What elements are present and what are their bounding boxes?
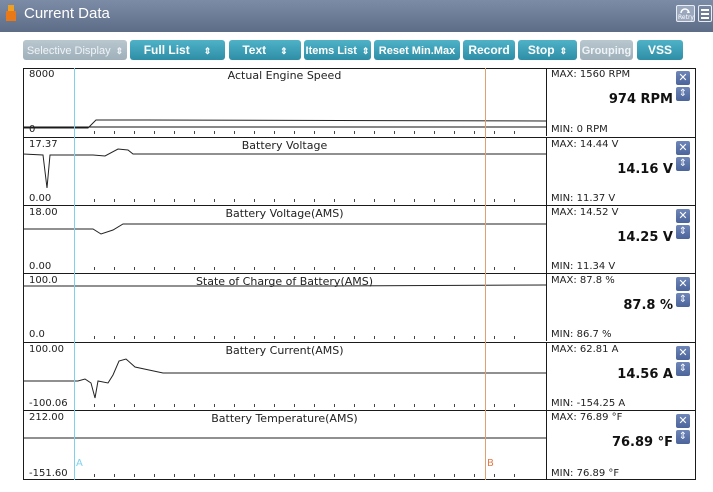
items-list-button[interactable]: Items List ⇕ xyxy=(304,40,371,60)
reset-min-max-button[interactable]: Reset Min.Max xyxy=(374,40,460,60)
min-value: MIN: 0 RPM xyxy=(551,124,608,135)
graph-panel-battery-current: 100.00 -100.06 Battery Current(AMS) MAX:… xyxy=(23,342,696,410)
graph-panel-engine-speed: 8000 0 Actual Engine Speed MAX: 1560 RPM… xyxy=(23,68,696,136)
app-logo-icon xyxy=(6,5,16,21)
current-value: 14.16 V xyxy=(617,162,673,177)
y-min-label: -100.06 xyxy=(29,398,68,409)
scale-toggle-icon[interactable]: ⇕ xyxy=(676,362,690,376)
graph-panel-battery-temperature: 212.00 -151.60 Battery Temperature(AMS) … xyxy=(23,410,696,480)
graph-panel-state-of-charge: 100.0 0.0 State of Charge of Battery(AMS… xyxy=(23,273,696,341)
window-title: Current Data xyxy=(24,5,110,22)
y-min-label: 0.00 xyxy=(29,261,52,272)
close-icon[interactable]: ✕ xyxy=(676,141,690,155)
record-button[interactable]: Record xyxy=(463,40,515,60)
retry-label: Retry xyxy=(678,14,694,21)
max-value: MAX: 76.89 °F xyxy=(551,412,623,423)
toolbar: Selective Display ⇕ Full List ⇕ Text ⇕ Item… xyxy=(0,32,713,68)
updown-arrow-icon: ⇕ xyxy=(361,46,370,56)
grouping-button[interactable]: Grouping xyxy=(580,40,633,60)
stop-label: Stop xyxy=(527,43,555,57)
min-value: MIN: 76.89 °F xyxy=(551,468,620,479)
x-axis-ticks xyxy=(74,474,533,477)
x-axis-ticks xyxy=(74,131,533,134)
signal-name: Actual Engine Speed xyxy=(227,69,342,82)
max-value: MAX: 87.8 % xyxy=(551,275,615,286)
menu-button[interactable] xyxy=(698,5,712,22)
current-value: 87.8 % xyxy=(623,298,673,313)
selective-display-label: Selective Display xyxy=(26,45,111,57)
current-value: 974 RPM xyxy=(608,92,673,107)
cursor-b-line[interactable] xyxy=(485,68,486,480)
scale-toggle-icon[interactable]: ⇕ xyxy=(676,293,690,307)
current-value: 76.89 °F xyxy=(611,435,673,450)
max-value: MAX: 14.52 V xyxy=(551,207,619,218)
updown-arrow-icon: ⇕ xyxy=(115,46,124,56)
stop-button[interactable]: Stop ⇕ xyxy=(518,40,577,60)
close-icon[interactable]: ✕ xyxy=(676,346,690,360)
current-value: 14.56 A xyxy=(617,367,673,382)
max-value: MAX: 62.81 A xyxy=(551,344,619,355)
scale-toggle-icon[interactable]: ⇕ xyxy=(676,430,690,444)
scale-toggle-icon[interactable]: ⇕ xyxy=(676,157,690,171)
scale-toggle-icon[interactable]: ⇕ xyxy=(676,87,690,101)
current-value: 14.25 V xyxy=(617,230,673,245)
updown-arrow-icon: ⇕ xyxy=(280,46,288,56)
signal-name: Battery Voltage(AMS) xyxy=(225,207,344,220)
text-button[interactable]: Text ⇕ xyxy=(229,40,301,60)
retry-button[interactable]: Retry xyxy=(676,5,695,22)
graph-panel-battery-voltage: 17.37 0.00 Battery Voltage MAX: 14.44 V … xyxy=(23,137,696,205)
updown-arrow-icon: ⇕ xyxy=(203,46,212,56)
x-axis-ticks xyxy=(74,336,533,339)
text-label: Text xyxy=(242,43,267,57)
signal-name: Battery Current(AMS) xyxy=(225,344,344,357)
updown-arrow-icon: ⇕ xyxy=(559,46,568,56)
grouping-label: Grouping xyxy=(581,45,632,57)
max-value: MAX: 1560 RPM xyxy=(551,69,631,80)
close-icon[interactable]: ✕ xyxy=(676,71,690,85)
close-icon[interactable]: ✕ xyxy=(676,414,690,428)
title-bar: Current Data Retry xyxy=(0,0,713,32)
x-axis-ticks xyxy=(74,199,533,202)
cursor-a-label: A xyxy=(76,458,83,469)
min-value: MIN: 11.37 V xyxy=(551,193,616,204)
signal-name: Battery Temperature(AMS) xyxy=(211,412,358,425)
vss-button[interactable]: VSS xyxy=(637,40,683,60)
y-min-label: 0 xyxy=(29,124,36,135)
x-axis-ticks xyxy=(74,404,533,407)
signal-name: Battery Voltage xyxy=(241,139,328,152)
cursor-a-line[interactable] xyxy=(74,68,75,480)
close-icon[interactable]: ✕ xyxy=(676,277,690,291)
full-list-button[interactable]: Full List ⇕ xyxy=(130,40,225,60)
y-min-label: 0.0 xyxy=(29,329,45,340)
reset-min-max-label: Reset Min.Max xyxy=(378,45,456,57)
vss-label: VSS xyxy=(647,43,672,57)
cursor-b-label: B xyxy=(487,458,494,469)
max-value: MAX: 14.44 V xyxy=(551,139,619,150)
min-value: MIN: 11.34 V xyxy=(551,261,616,272)
selective-display-button[interactable]: Selective Display ⇕ xyxy=(23,40,127,60)
min-value: MIN: -154.25 A xyxy=(551,398,626,409)
items-list-label: Items List xyxy=(305,45,357,57)
signal-name: State of Charge of Battery(AMS) xyxy=(195,275,374,288)
x-axis-ticks xyxy=(74,267,533,270)
close-icon[interactable]: ✕ xyxy=(676,209,690,223)
record-label: Record xyxy=(468,43,510,57)
menu-icon xyxy=(701,9,709,11)
full-list-label: Full List xyxy=(143,43,190,57)
y-min-label: 0.00 xyxy=(29,193,52,204)
scale-toggle-icon[interactable]: ⇕ xyxy=(676,225,690,239)
min-value: MIN: 86.7 % xyxy=(551,329,612,340)
y-min-label: -151.60 xyxy=(29,468,68,479)
graph-panel-battery-voltage-ams: 18.00 0.00 Battery Voltage(AMS) MAX: 14.… xyxy=(23,205,696,273)
